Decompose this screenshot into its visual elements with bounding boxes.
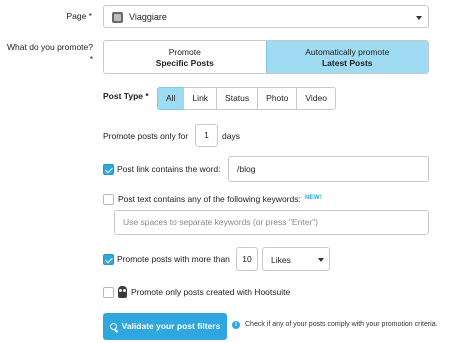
post-type-all[interactable]: All	[157, 87, 185, 110]
promote-latest-posts-option[interactable]: Automatically promote Latest Posts	[265, 41, 428, 73]
metric-select[interactable]: Likes	[262, 247, 330, 271]
days-suffix: days	[222, 131, 240, 141]
more-than-checkbox[interactable]	[103, 254, 114, 265]
promote-toggle: Promote Specific Posts Automatically pro…	[103, 40, 429, 74]
hootsuite-owl-icon	[118, 286, 127, 298]
page-select[interactable]: Viaggiare	[103, 5, 429, 28]
post-type-link[interactable]: Link	[183, 87, 218, 110]
promote-latest-line1: Automatically promote	[305, 47, 390, 57]
days-input[interactable]: 1	[195, 124, 218, 147]
link-word-input[interactable]: /blog	[228, 156, 429, 182]
page-select-value: Viaggiare	[129, 12, 167, 22]
keywords-label: Post text contains any of the following …	[118, 194, 301, 204]
promote-specific-line1: Promote	[168, 47, 201, 57]
search-icon	[109, 323, 117, 330]
promote-latest-line2: Latest Posts	[321, 58, 373, 68]
caret-down-icon	[416, 16, 422, 20]
post-type-video[interactable]: Video	[296, 87, 336, 110]
validate-filters-button[interactable]: Validate your post filters	[103, 313, 227, 340]
new-badge: NEW!	[305, 195, 323, 201]
post-type-photo[interactable]: Photo	[257, 87, 298, 110]
more-than-input[interactable]: 10	[236, 247, 258, 271]
info-icon: i	[232, 321, 240, 329]
more-than-label: Promote posts with more than	[117, 254, 230, 264]
validate-hint: Check if any of your posts comply with y…	[245, 321, 438, 328]
link-contains-label: Post link contains the word:	[117, 164, 221, 174]
page-avatar	[112, 12, 123, 23]
link-contains-checkbox[interactable]	[103, 164, 114, 175]
metric-select-value: Likes	[271, 255, 291, 265]
promote-specific-posts-option[interactable]: Promote Specific Posts	[104, 41, 266, 73]
promote-label: What do you promote?	[7, 42, 93, 52]
post-type-segmented: All Link Status Photo Video	[157, 87, 336, 110]
caret-down-icon	[318, 258, 324, 262]
promote-label-required: *	[89, 54, 93, 64]
validate-button-label: Validate your post filters	[121, 321, 221, 331]
keywords-checkbox[interactable]	[103, 194, 114, 205]
page-label: Page *	[66, 11, 92, 21]
post-type-status[interactable]: Status	[216, 87, 259, 110]
promote-specific-line2: Specific Posts	[155, 58, 214, 68]
days-prefix: Promote posts only for	[103, 131, 189, 141]
hootsuite-checkbox[interactable]	[103, 287, 114, 298]
keywords-input[interactable]: Use spaces to separate keywords (or pres…	[114, 210, 429, 235]
hootsuite-label: Promote only posts created with Hootsuit…	[131, 287, 291, 297]
post-type-label: Post Type *	[103, 91, 149, 101]
